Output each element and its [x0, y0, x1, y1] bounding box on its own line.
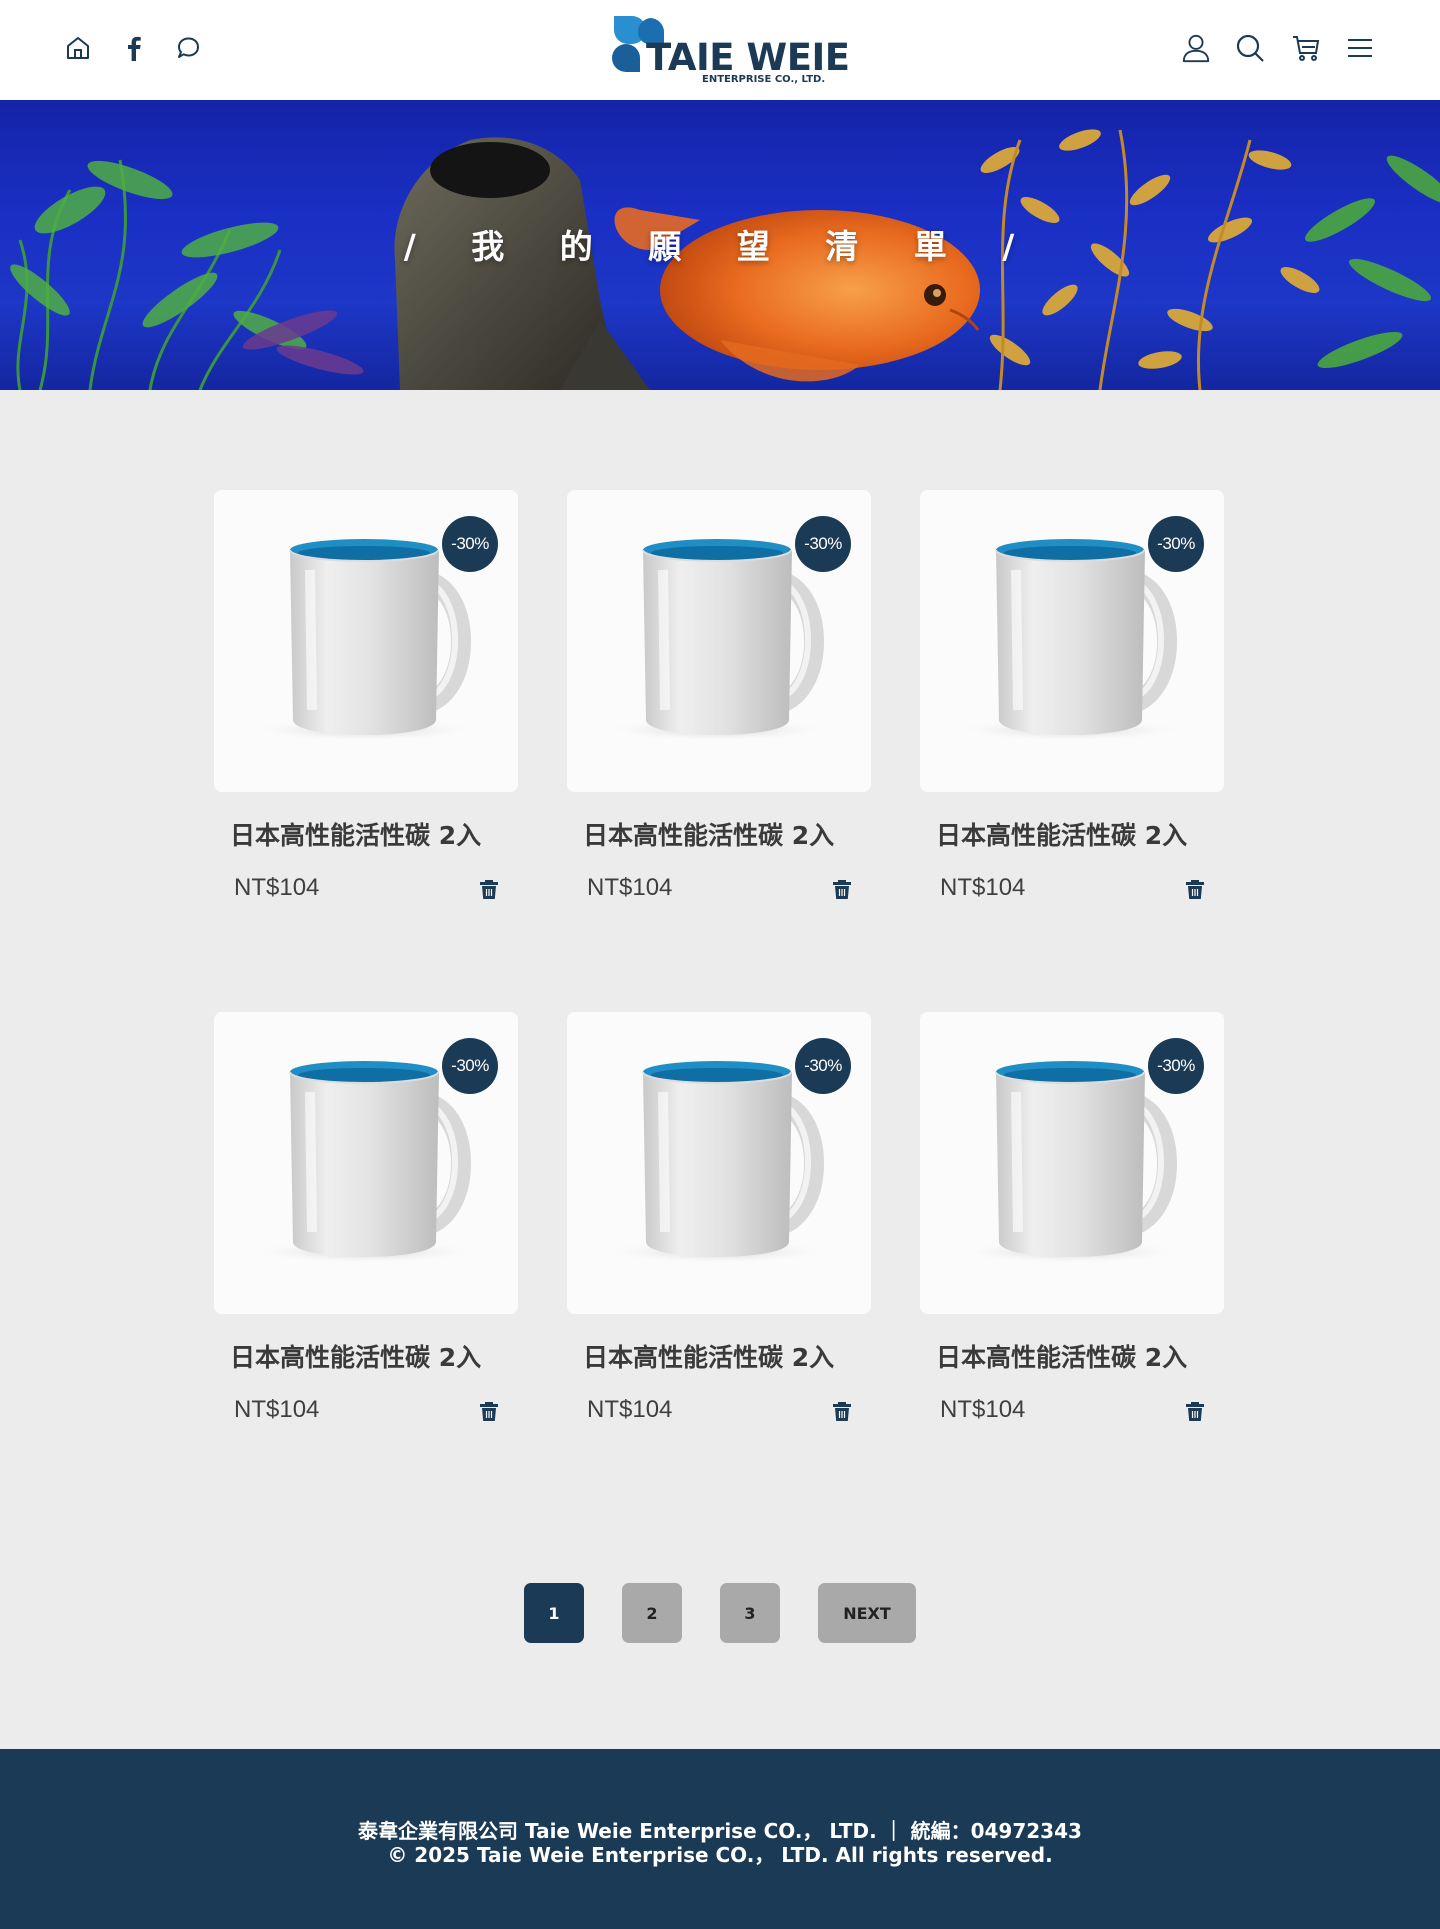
discount-badge: -30% — [1148, 1038, 1204, 1094]
discount-badge: -30% — [795, 516, 851, 572]
cart-icon[interactable] — [1291, 33, 1321, 63]
chat-icon[interactable] — [173, 33, 203, 63]
search-icon[interactable] — [1235, 33, 1265, 63]
page-button-1[interactable]: 1 — [524, 1583, 584, 1643]
product-price: NT$104 — [587, 874, 673, 901]
page-button-3[interactable]: 3 — [720, 1583, 780, 1643]
hero-banner: / 我 的 願 望 清 單 / — [0, 100, 1440, 390]
trash-icon[interactable] — [831, 1400, 853, 1422]
trash-icon[interactable] — [478, 878, 500, 900]
user-icon[interactable] — [1181, 33, 1211, 63]
brand-logo[interactable]: TAIE WEIE ENTERPRISE CO., LTD. — [612, 14, 850, 86]
page-title: / 我 的 願 望 清 單 / — [403, 227, 1037, 266]
discount-badge: -30% — [1148, 516, 1204, 572]
site-header: TAIE WEIE ENTERPRISE CO., LTD. — [0, 0, 1440, 100]
trash-icon[interactable] — [1184, 1400, 1206, 1422]
product-name[interactable]: 日本高性能活性碳 2入 — [936, 816, 1187, 852]
product-price: NT$104 — [940, 874, 1026, 901]
discount-badge: -30% — [795, 1038, 851, 1094]
product-card[interactable]: -30% 日本高性能活性碳 2入 NT$104 — [920, 1012, 1224, 1432]
product-card[interactable]: -30% 日本高性能活性碳 2入 NT$104 — [567, 490, 871, 910]
product-name[interactable]: 日本高性能活性碳 2入 — [583, 816, 834, 852]
product-price: NT$104 — [587, 1396, 673, 1423]
trash-icon[interactable] — [831, 878, 853, 900]
product-name[interactable]: 日本高性能活性碳 2入 — [583, 1338, 834, 1374]
copyright: © 2025 Taie Weie Enterprise CO.， LTD. Al… — [387, 1843, 1053, 1867]
product-name[interactable]: 日本高性能活性碳 2入 — [230, 816, 481, 852]
discount-badge: -30% — [442, 1038, 498, 1094]
product-card[interactable]: -30% 日本高性能活性碳 2入 NT$104 — [567, 1012, 871, 1432]
page-button-2[interactable]: 2 — [622, 1583, 682, 1643]
trash-icon[interactable] — [1184, 878, 1206, 900]
trash-icon[interactable] — [478, 1400, 500, 1422]
product-price: NT$104 — [234, 874, 320, 901]
next-page-button[interactable]: NEXT — [818, 1583, 916, 1643]
pagination: 1 2 3 NEXT — [0, 1583, 1440, 1643]
brand-subtitle: ENTERPRISE CO., LTD. — [702, 74, 826, 85]
product-card[interactable]: -30% 日本高性能活性碳 2入 NT$104 — [920, 490, 1224, 910]
product-name[interactable]: 日本高性能活性碳 2入 — [936, 1338, 1187, 1374]
product-card[interactable]: -30% 日本高性能活性碳 2入 NT$104 — [214, 1012, 518, 1432]
site-footer: 泰韋企業有限公司 Taie Weie Enterprise CO.， LTD. … — [0, 1749, 1440, 1929]
product-card[interactable]: -30% 日本高性能活性碳 2入 NT$104 — [214, 490, 518, 910]
discount-badge: -30% — [442, 516, 498, 572]
menu-icon[interactable] — [1345, 33, 1375, 63]
facebook-icon[interactable] — [119, 33, 149, 63]
product-price: NT$104 — [234, 1396, 320, 1423]
product-name[interactable]: 日本高性能活性碳 2入 — [230, 1338, 481, 1374]
product-price: NT$104 — [940, 1396, 1026, 1423]
brand-name: TAIE WEIE — [646, 36, 850, 79]
home-icon[interactable] — [63, 33, 93, 63]
